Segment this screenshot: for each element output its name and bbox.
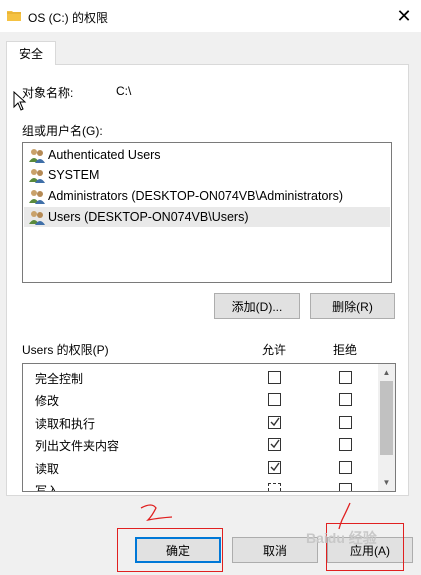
permission-row-modify: 修改 (23, 388, 378, 410)
annotation-scribble (140, 504, 173, 522)
user-group-icon (29, 190, 45, 204)
allow-checkbox[interactable] (268, 371, 281, 384)
permission-row-list-folder: 列出文件夹内容 (23, 433, 378, 455)
permissions-scrollbar[interactable]: ▲ ▼ (378, 364, 395, 491)
permission-row-read: 读取 (23, 456, 378, 478)
permission-row-read-execute: 读取和执行 (23, 411, 378, 433)
list-item-administrators[interactable]: Administrators (DESKTOP-ON074VB\Administ… (24, 186, 390, 206)
allow-checkbox[interactable] (268, 483, 281, 491)
allow-checkbox[interactable] (268, 393, 281, 406)
tab-security[interactable]: 安全 (6, 41, 56, 65)
list-item-system[interactable]: SYSTEM (24, 165, 390, 185)
permissions-list: 完全控制 修改 读取和执行 列出文件夹内容 读取 写入 ▲ ▼ (22, 363, 396, 492)
permission-name: 读取和执行 (35, 417, 96, 431)
remove-button[interactable]: 删除(R) (310, 293, 395, 319)
scroll-thumb[interactable] (380, 381, 393, 455)
allow-checkbox[interactable] (268, 438, 281, 451)
close-icon: ✕ (396, 5, 412, 26)
object-name-value: C:\ (116, 84, 132, 98)
permissions-label: Users 的权限(P) (22, 343, 109, 357)
check-icon (270, 462, 280, 472)
user-name: Administrators (DESKTOP-ON074VB\Administ… (48, 189, 343, 203)
user-name: Users (DESKTOP-ON074VB\Users) (48, 210, 249, 224)
deny-checkbox[interactable] (339, 371, 352, 384)
permission-name: 列出文件夹内容 (35, 439, 120, 453)
permission-name: 修改 (35, 394, 60, 408)
list-item-authenticated-users[interactable]: Authenticated Users (24, 145, 390, 165)
annotation-box-ok (117, 528, 223, 572)
allow-header: 允许 (262, 343, 287, 357)
deny-checkbox[interactable] (339, 461, 352, 474)
tab-label: 安全 (18, 47, 43, 61)
object-name-label: 对象名称: (22, 86, 74, 100)
deny-checkbox[interactable] (339, 416, 352, 429)
user-name: SYSTEM (48, 168, 100, 182)
user-group-icon (29, 169, 45, 183)
chevron-down-icon[interactable]: ▼ (378, 474, 395, 491)
permission-row-full-control: 完全控制 (23, 366, 378, 388)
add-button[interactable]: 添加(D)... (214, 293, 300, 319)
close-button[interactable]: ✕ (387, 0, 421, 32)
user-group-icon (29, 211, 45, 225)
groups-label: 组或用户名(G): (22, 124, 103, 138)
deny-checkbox[interactable] (339, 438, 352, 451)
chevron-up-icon[interactable]: ▲ (378, 364, 395, 381)
users-listbox[interactable]: Authenticated Users SYSTEM Administrator… (22, 142, 392, 283)
user-group-icon (29, 149, 45, 163)
permission-name: 完全控制 (35, 372, 84, 386)
mouse-cursor-icon (13, 91, 27, 111)
annotation-scribble (338, 502, 351, 530)
watermark: Baidu 经验 (306, 530, 377, 546)
check-icon (270, 439, 280, 449)
user-name: Authenticated Users (48, 148, 161, 162)
deny-checkbox[interactable] (339, 483, 352, 491)
check-icon (270, 417, 280, 427)
list-item-users[interactable]: Users (DESKTOP-ON074VB\Users) (24, 207, 390, 227)
folder-icon (7, 11, 21, 21)
title-bar: OS (C:) 的权限 ✕ (0, 0, 421, 32)
permission-name: 读取 (35, 462, 60, 476)
permission-name: 写入 (35, 484, 60, 492)
allow-checkbox[interactable] (268, 461, 281, 474)
deny-checkbox[interactable] (339, 393, 352, 406)
permission-row-write: 写入 (23, 478, 378, 492)
allow-checkbox[interactable] (268, 416, 281, 429)
deny-header: 拒绝 (333, 343, 358, 357)
window-title: OS (C:) 的权限 (28, 11, 108, 25)
